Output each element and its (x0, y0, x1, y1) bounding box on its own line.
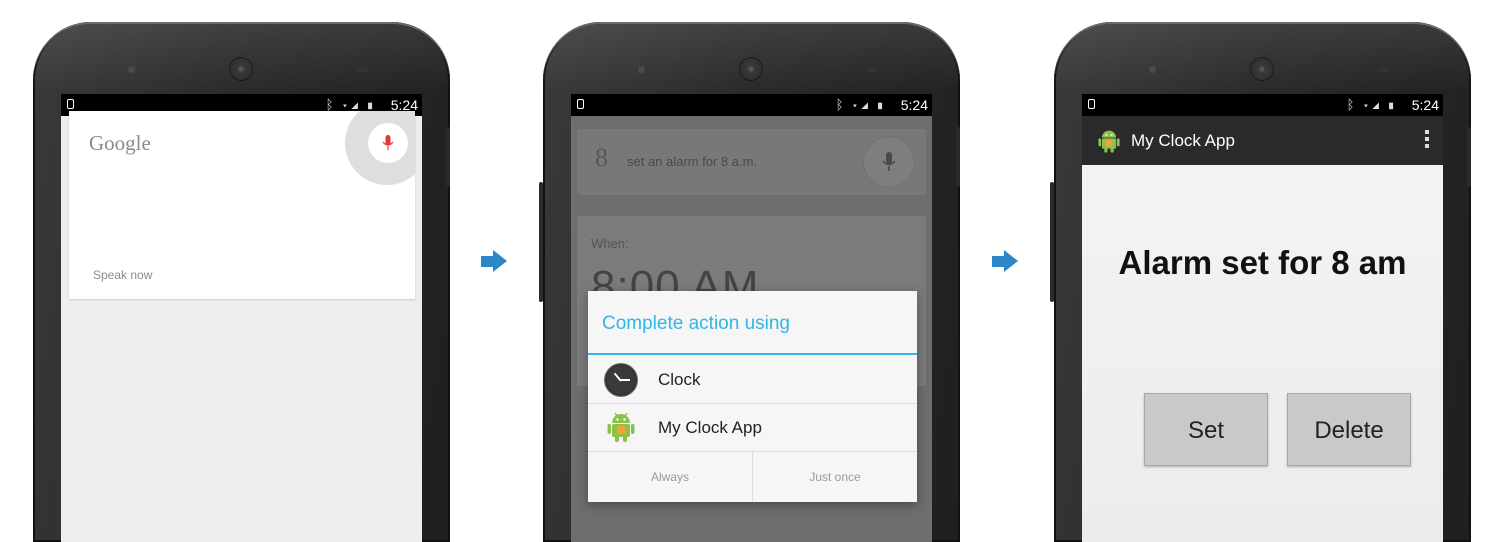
microphone-icon (882, 152, 896, 171)
volume-button (1050, 182, 1054, 302)
signal-wifi-battery-icon: ᛒ ▾◢ ▮ (1346, 97, 1397, 112)
earpiece-speaker (230, 58, 252, 80)
speak-now-text: Speak now (93, 268, 153, 282)
when-label: When: (591, 236, 629, 251)
dialog-item-my-clock-app[interactable]: My Clock App (588, 404, 917, 450)
clock-icon (604, 363, 638, 397)
proximity-sensor (1377, 68, 1389, 72)
app-title: My Clock App (1131, 131, 1235, 150)
front-camera (128, 66, 135, 73)
dialog-item-label: Clock (658, 370, 701, 389)
front-camera (1149, 66, 1156, 73)
google-logo: Google (89, 131, 151, 155)
notification-icon (577, 99, 584, 109)
notification-icon (1088, 99, 1095, 109)
set-button[interactable]: Set (1144, 393, 1268, 466)
earpiece-speaker (1251, 58, 1273, 80)
screen-my-clock-app: ᛒ ▾◢ ▮ 5:24 My Clock App Alarm set for 8… (1082, 94, 1443, 542)
signal-wifi-battery-icon: ᛒ ▾◢ ▮ (325, 97, 376, 112)
power-button (956, 127, 960, 187)
android-icon (607, 412, 635, 442)
proximity-sensor (356, 68, 368, 72)
status-time: 5:24 (1411, 97, 1439, 113)
dialog-item-label: My Clock App (658, 418, 762, 437)
earpiece-speaker (740, 58, 762, 80)
alarm-heading: Alarm set for 8 am (1118, 244, 1407, 281)
search-bar: 8 set an alarm for 8 a.m. (577, 129, 926, 195)
google-g-icon: 8 (595, 143, 608, 172)
notification-icon (67, 99, 74, 109)
app-content: Alarm set for 8 am Set Delete (1082, 165, 1443, 542)
just-once-button[interactable]: Just once (753, 452, 917, 502)
status-bar: ᛒ ▾◢ ▮ 5:24 (1082, 94, 1443, 116)
dialog-title: Complete action using (602, 313, 790, 334)
proximity-sensor (866, 68, 878, 72)
front-camera (638, 66, 645, 73)
status-bar: ᛒ ▾◢ ▮ 5:24 (571, 94, 932, 116)
action-bar: My Clock App (1082, 116, 1443, 165)
status-time: 5:24 (900, 97, 928, 113)
power-button (446, 127, 450, 187)
complete-action-dialog: Complete action using Clock My Clock App… (588, 291, 917, 502)
phone-frame-2: ᛒ ▾◢ ▮ 5:24 8 set an alarm for 8 a.m. Wh… (539, 22, 960, 542)
always-button[interactable]: Always (588, 452, 753, 502)
microphone-icon (382, 135, 394, 150)
mic-button[interactable] (368, 123, 408, 163)
search-query: set an alarm for 8 a.m. (627, 154, 758, 169)
screen-google-voice: ᛒ ▾◢ ▮ 5:24 Google Speak now (61, 94, 422, 542)
mic-button (864, 137, 914, 187)
overflow-menu-icon[interactable] (1425, 130, 1429, 151)
signal-wifi-battery-icon: ᛒ ▾◢ ▮ (835, 97, 886, 112)
power-button (1467, 127, 1471, 187)
voice-search-card: Google Speak now (69, 111, 415, 299)
dialog-item-clock[interactable]: Clock (588, 356, 917, 402)
phone-frame-1: ᛒ ▾◢ ▮ 5:24 Google Speak now (33, 22, 450, 542)
delete-button[interactable]: Delete (1287, 393, 1411, 466)
android-icon (1098, 130, 1120, 153)
volume-button (539, 182, 543, 302)
phone-frame-3: ᛒ ▾◢ ▮ 5:24 My Clock App Alarm set for 8… (1050, 22, 1471, 542)
screen-chooser-dialog: ᛒ ▾◢ ▮ 5:24 8 set an alarm for 8 a.m. Wh… (571, 94, 932, 542)
dialog-title-divider (588, 353, 917, 355)
